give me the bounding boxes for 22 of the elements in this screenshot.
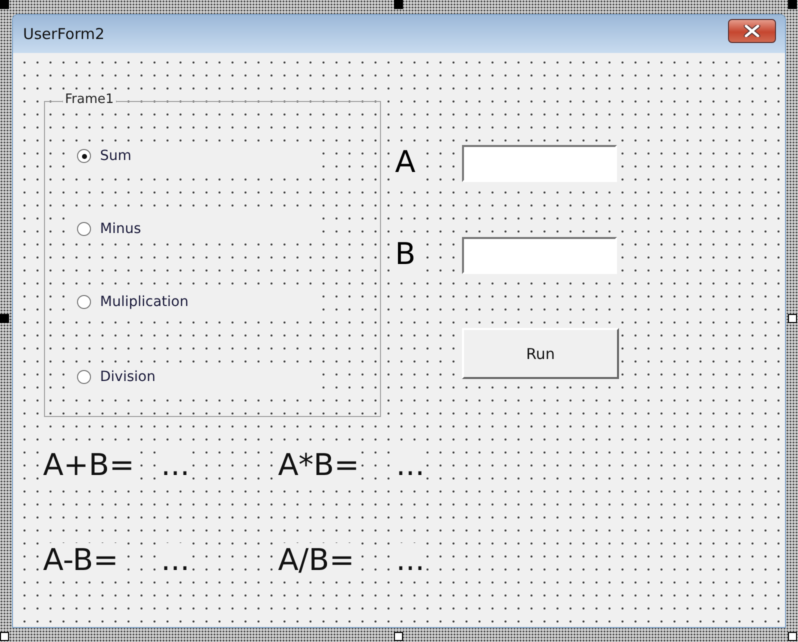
resize-handle[interactable] [788, 0, 797, 9]
run-button[interactable]: Run [462, 328, 619, 379]
resize-handle[interactable] [0, 0, 9, 9]
resize-handle[interactable] [394, 0, 403, 9]
input-field[interactable] [462, 145, 617, 182]
radio-button[interactable] [77, 295, 91, 309]
radio-button[interactable] [77, 149, 91, 163]
resize-handle[interactable] [788, 632, 797, 641]
radio-button[interactable] [77, 222, 91, 236]
option-label: Minus [100, 221, 142, 237]
resize-handle[interactable] [0, 632, 9, 641]
option-label: Sum [100, 148, 132, 164]
close-icon [743, 25, 761, 37]
resize-handle[interactable] [0, 314, 9, 323]
input-field[interactable] [462, 237, 617, 274]
option-label: Muliplication [100, 294, 188, 310]
resize-handle[interactable] [394, 632, 403, 641]
window-title: UserForm2 [23, 25, 105, 43]
resize-handle[interactable] [788, 314, 797, 323]
radio-button[interactable] [77, 370, 91, 384]
close-button[interactable] [728, 19, 776, 43]
option-label: Division [100, 369, 156, 385]
